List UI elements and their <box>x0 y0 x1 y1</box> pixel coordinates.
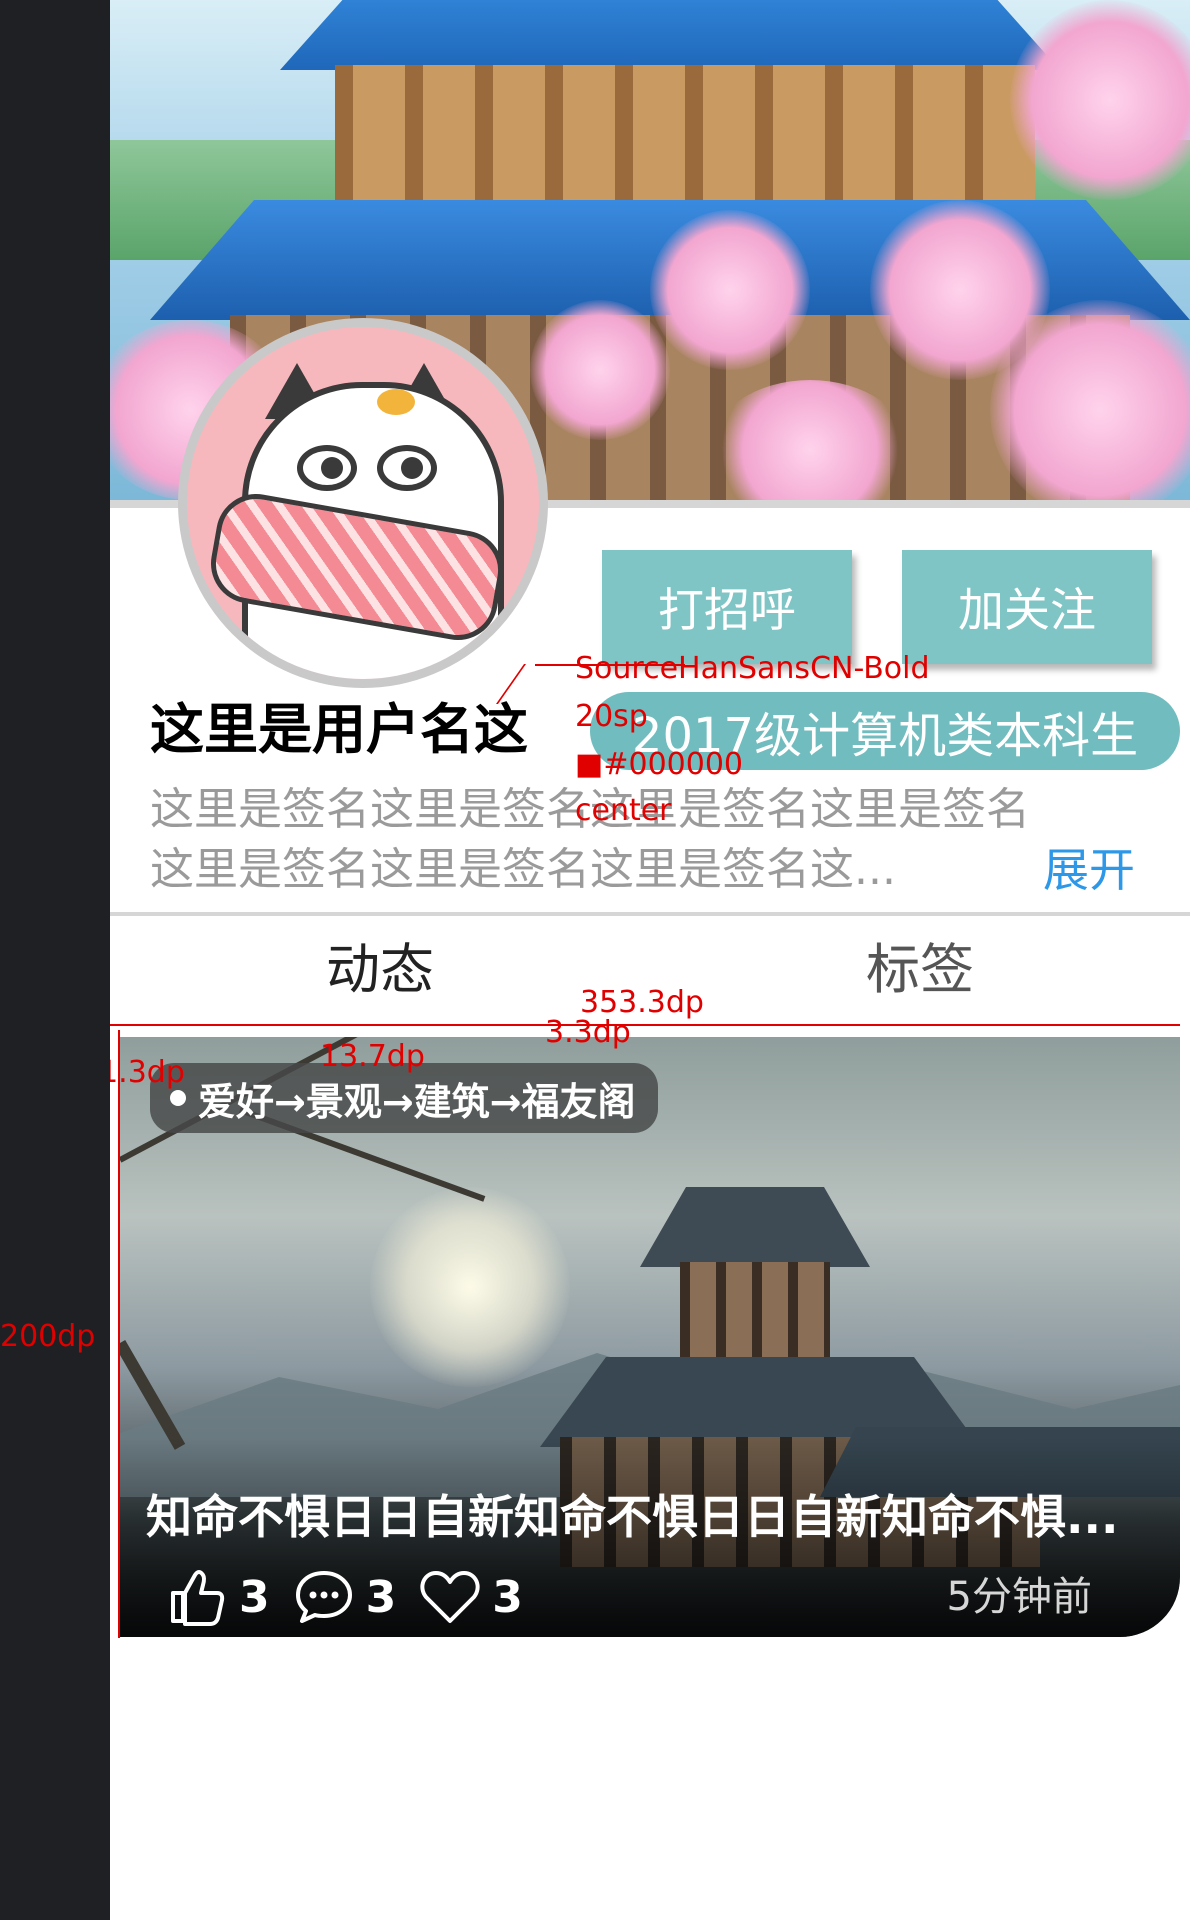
cover-blossom <box>650 210 810 370</box>
comment-stat[interactable]: 3 <box>292 1565 397 1629</box>
bullet-dot-icon <box>170 1090 186 1106</box>
cover-upper-wall <box>335 65 1035 215</box>
tabs-divider <box>110 912 1190 916</box>
greet-button[interactable]: 打招呼 <box>602 550 852 664</box>
annotation-height-line <box>118 1030 120 1638</box>
comment-count: 3 <box>365 1571 397 1623</box>
left-margin-bar <box>0 0 110 1920</box>
annotation-font: SourceHanSansCN-Bold <box>575 651 930 686</box>
annotation-left-pad: 11.3dp <box>110 1055 185 1090</box>
heart-icon <box>420 1571 480 1623</box>
card-pavilion-top-roof <box>640 1187 870 1267</box>
cat-spot <box>377 389 415 415</box>
avatar[interactable] <box>178 318 548 688</box>
card-pavilion-tower <box>680 1262 830 1372</box>
cover-blossom <box>530 300 670 440</box>
post-stats: 3 3 3 <box>165 1562 545 1632</box>
tab-tags[interactable]: 标签 <box>650 930 1190 1010</box>
annotation-height: 200dp <box>0 1319 96 1354</box>
favorite-count: 3 <box>492 1571 523 1623</box>
card-sun-glow <box>370 1187 570 1387</box>
favorite-stat[interactable]: 3 <box>418 1565 523 1629</box>
post-card[interactable]: 爱好→景观→建筑→福友阁 知命不惧日日自新知命不惧日日自新知命不惧... 3 3 <box>120 1037 1180 1637</box>
category-path-text: 爱好→景观→建筑→福友阁 <box>198 1079 636 1124</box>
follow-button[interactable]: 加关注 <box>902 550 1152 664</box>
tab-feed[interactable]: 动态 <box>110 930 650 1010</box>
thumbs-up-icon <box>171 1570 225 1626</box>
annotation-top-pad: 13.7dp <box>320 1039 425 1074</box>
post-title: 知命不惧日日自新知命不惧日日自新知命不惧... <box>146 1490 1119 1544</box>
like-stat[interactable]: 3 <box>165 1565 270 1629</box>
annotation-width-line <box>110 1024 1180 1026</box>
signature-line-2: 这里是签名这里是签名这里是签名这... <box>150 844 896 895</box>
cat-eye-left <box>297 445 357 491</box>
comment-icon <box>295 1571 352 1623</box>
annotation-color: ■#000000 <box>575 747 744 782</box>
username: 这里是用户名这 <box>150 698 528 761</box>
annotation-size: 20sp <box>575 699 648 734</box>
expand-link[interactable]: 展开 <box>1043 840 1135 900</box>
post-time: 5分钟前 <box>946 1574 1092 1620</box>
cover-upper-roof <box>280 0 1060 70</box>
profile-screen: 打招呼 加关注 这里是用户名这 2017级计算机类本科生 这里是签名这里是签名这… <box>110 0 1190 1920</box>
like-count: 3 <box>239 1571 270 1623</box>
annotation-align: center <box>575 793 672 828</box>
cat-eye-right <box>377 445 437 491</box>
avatar-cat-image <box>187 327 539 679</box>
annotation-gap: 3.3dp <box>545 1015 631 1050</box>
